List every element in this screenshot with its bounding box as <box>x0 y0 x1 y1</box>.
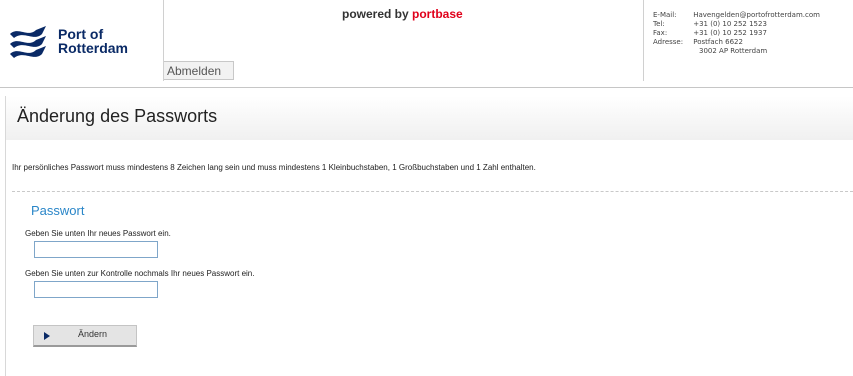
change-password-button-label: Ändern <box>78 329 108 339</box>
tel-label: Tel: <box>653 20 665 28</box>
tel-value: +31 (0) 10 252 1523 <box>693 20 767 28</box>
contact-info: E-Mail: Havengelden@portofrotterdam.com … <box>653 11 820 56</box>
change-password-button[interactable]: Ändern <box>33 325 137 347</box>
contact-tel-row: Tel: +31 (0) 10 252 1523 <box>653 20 820 29</box>
password-requirements-text: Ihr persönliches Passwort muss mindesten… <box>12 163 536 172</box>
play-arrow-icon <box>44 332 50 340</box>
contact-address-row: Adresse: Postfach 6622 <box>653 38 820 47</box>
confirm-password-input[interactable] <box>34 281 158 298</box>
port-of-rotterdam-logo[interactable]: Port of Rotterdam <box>8 24 148 64</box>
address-label: Adresse: <box>653 38 684 46</box>
wave-logo-icon <box>10 26 46 58</box>
fax-label: Fax: <box>653 29 668 37</box>
powered-by-portbase[interactable]: powered by portbase <box>342 7 463 21</box>
title-band: Änderung des Passworts <box>5 96 853 140</box>
header: Port of Rotterdam powered by portbase Ab… <box>0 0 853 88</box>
email-value[interactable]: Havengelden@portofrotterdam.com <box>693 11 820 19</box>
logo-text: Port of Rotterdam <box>58 27 128 55</box>
powered-prefix: powered by <box>342 7 413 21</box>
fax-value: +31 (0) 10 252 1937 <box>693 29 767 37</box>
address-line2: 3002 AP Rotterdam <box>699 47 768 55</box>
new-password-label: Geben Sie unten Ihr neues Passwort ein. <box>25 229 171 238</box>
page: Port of Rotterdam powered by portbase Ab… <box>0 0 853 376</box>
logo-line1: Port of <box>58 26 104 42</box>
dashed-divider <box>12 191 853 192</box>
new-password-input[interactable] <box>34 241 158 258</box>
header-separator <box>0 87 853 88</box>
logo-line2: Rotterdam <box>58 40 129 56</box>
email-label: E-Mail: <box>653 11 677 19</box>
portbase-brand: portbase <box>412 7 463 21</box>
contact-fax-row: Fax: +31 (0) 10 252 1937 <box>653 29 820 38</box>
page-title: Änderung des Passworts <box>17 106 218 126</box>
logout-button[interactable]: Abmelden <box>164 61 234 80</box>
password-section-title: Passwort <box>31 203 85 218</box>
header-divider-right <box>643 0 644 81</box>
contact-email-row: E-Mail: Havengelden@portofrotterdam.com <box>653 11 820 20</box>
confirm-password-label: Geben Sie unten zur Kontrolle nochmals I… <box>25 269 255 278</box>
address-line1: Postfach 6622 <box>693 38 743 46</box>
